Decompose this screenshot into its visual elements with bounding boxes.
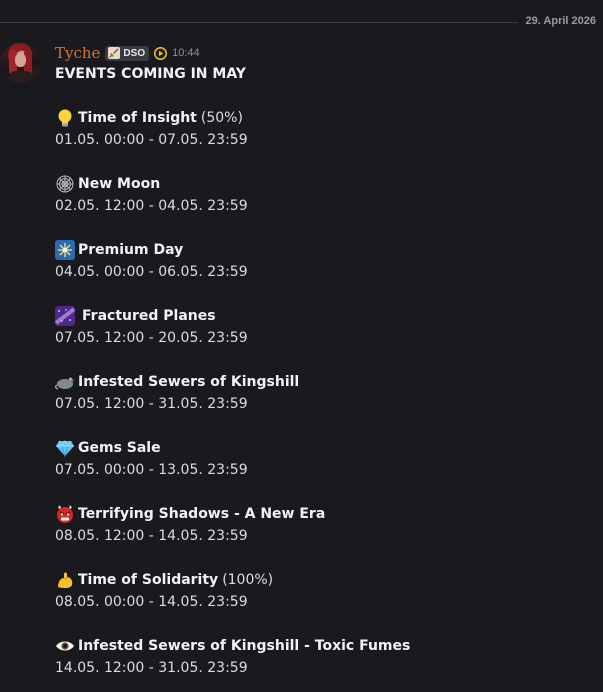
avatar-face xyxy=(15,53,26,67)
rat-emoji xyxy=(55,377,74,390)
flexed-biceps-emoji xyxy=(58,572,73,589)
event-dates: 08.05. 00:00 - 14.05. 23:59 xyxy=(55,594,248,610)
chat-view: 29. April 2026 Tyche DSO 10:44 EVENTS CO… xyxy=(0,0,603,692)
event-heading: Infested Sewers of Kingshill xyxy=(55,371,595,393)
date-divider-label: 29. April 2026 xyxy=(525,15,596,27)
event-heading: New Moon xyxy=(55,173,595,195)
event-heading: Time of Insight (50%) xyxy=(55,107,595,129)
gem-emoji xyxy=(56,440,74,458)
event-heading: Gems Sale xyxy=(55,437,595,459)
event-item: Gems Sale 07.05. 00:00 - 13.05. 23:59 xyxy=(55,437,595,481)
sparkler-emoji xyxy=(55,240,75,260)
message-title: EVENTS COMING IN MAY xyxy=(55,66,246,82)
event-name: Fractured Planes xyxy=(82,308,216,324)
event-dates: 07.05. 12:00 - 31.05. 23:59 xyxy=(55,396,248,412)
avatar[interactable] xyxy=(0,43,40,83)
event-heading: Time of Solidarity (100%) xyxy=(55,569,595,591)
event-name: Terrifying Shadows - A New Era xyxy=(78,506,326,522)
event-name: New Moon xyxy=(78,176,161,192)
ogre-emoji xyxy=(57,505,73,523)
event-name: Premium Day xyxy=(78,242,184,258)
date-divider-line xyxy=(0,22,518,23)
server-tag[interactable]: DSO xyxy=(105,45,150,61)
event-dates: 07.05. 12:00 - 20.05. 23:59 xyxy=(55,330,248,346)
lightbulb-emoji xyxy=(58,109,72,127)
event-item: Infested Sewers of Kingshill - Toxic Fum… xyxy=(55,635,595,679)
event-extra: (100%) xyxy=(222,572,274,588)
event-dates: 07.05. 00:00 - 13.05. 23:59 xyxy=(55,462,248,478)
play-badge-icon[interactable] xyxy=(154,46,168,60)
event-dates: 08.05. 12:00 - 14.05. 23:59 xyxy=(55,528,248,544)
event-heading: Premium Day xyxy=(55,239,595,261)
event-extra: (50%) xyxy=(200,110,243,126)
event-name: Time of Solidarity xyxy=(78,572,219,588)
event-heading: Terrifying Shadows - A New Era xyxy=(55,503,595,525)
server-tag-label: DSO xyxy=(123,47,146,59)
milky-way-emoji xyxy=(55,306,75,326)
username[interactable]: Tyche xyxy=(55,44,100,62)
event-dates: 14.05. 12:00 - 31.05. 23:59 xyxy=(55,660,248,676)
event-dates: 04.05. 00:00 - 06.05. 23:59 xyxy=(55,264,248,280)
event-heading: Infested Sewers of Kingshill - Toxic Fum… xyxy=(55,635,595,657)
event-item: New Moon 02.05. 12:00 - 04.05. 23:59 xyxy=(55,173,595,217)
event-name: Infested Sewers of Kingshill xyxy=(78,374,300,390)
event-dates: 02.05. 12:00 - 04.05. 23:59 xyxy=(55,198,248,214)
event-item: Time of Solidarity (100%) 08.05. 00:00 -… xyxy=(55,569,595,613)
spiderweb-emoji xyxy=(56,175,74,193)
avatar-body xyxy=(8,71,34,83)
event-item: Time of Insight (50%) 01.05. 00:00 - 07.… xyxy=(55,107,595,151)
sword-icon xyxy=(108,47,121,59)
event-item: Fractured Planes 07.05. 12:00 - 20.05. 2… xyxy=(55,305,595,349)
event-item: Terrifying Shadows - A New Era 08.05. 12… xyxy=(55,503,595,547)
event-heading: Fractured Planes xyxy=(55,305,595,327)
event-name: Infested Sewers of Kingshill - Toxic Fum… xyxy=(78,638,411,654)
event-name: Gems Sale xyxy=(78,440,161,456)
event-item: Premium Day 04.05. 00:00 - 06.05. 23:59 xyxy=(55,239,595,283)
event-item: Infested Sewers of Kingshill 07.05. 12:0… xyxy=(55,371,595,415)
event-name: Time of Insight xyxy=(78,110,197,126)
eye-emoji xyxy=(56,641,74,651)
event-dates: 01.05. 00:00 - 07.05. 23:59 xyxy=(55,132,248,148)
timestamp[interactable]: 10:44 xyxy=(172,47,200,59)
message-header: Tyche DSO 10:44 xyxy=(55,44,200,62)
